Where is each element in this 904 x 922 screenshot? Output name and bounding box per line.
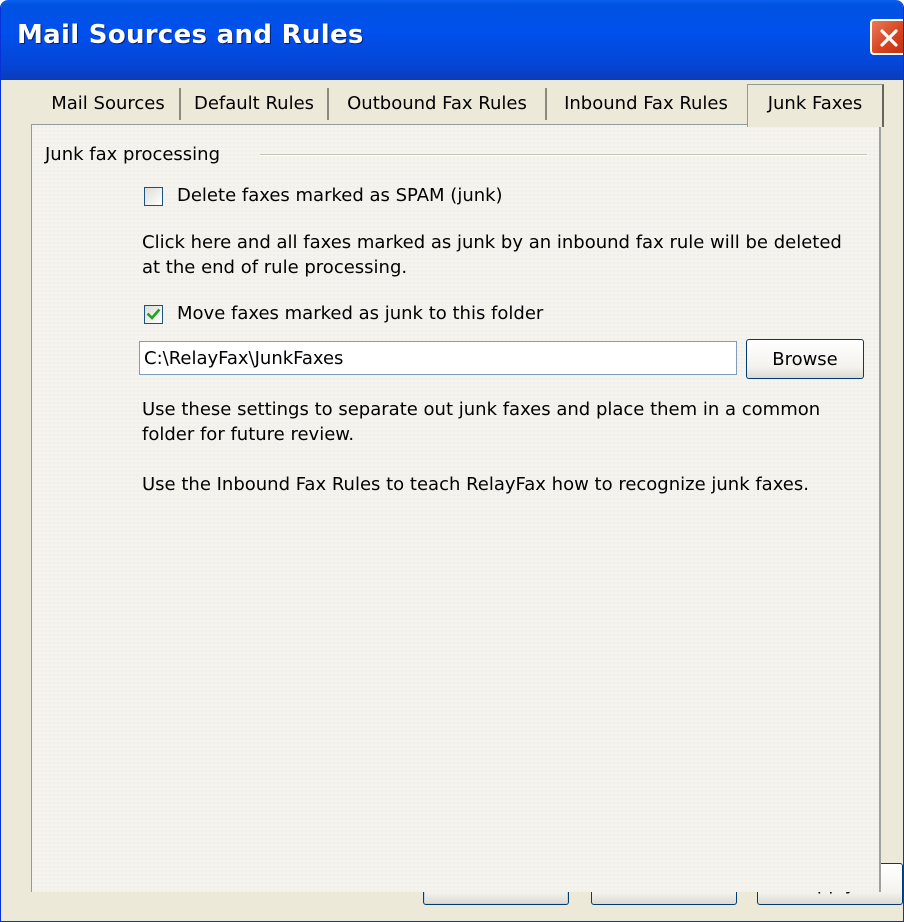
close-button[interactable] [870, 19, 903, 55]
delete-spam-checkbox[interactable] [144, 187, 163, 206]
dialog-window: Mail Sources and Rules Mail Sources Defa… [0, 0, 904, 922]
teach-description: Use the Inbound Fax Rules to teach Relay… [142, 474, 809, 495]
delete-spam-label[interactable]: Delete faxes marked as SPAM (junk) [177, 184, 503, 208]
move-description-line-2: folder for future review. [142, 424, 355, 445]
move-junk-label[interactable]: Move faxes marked as junk to this folder [177, 302, 543, 326]
checkmark-icon [146, 308, 161, 320]
tab-label: Mail Sources [51, 93, 165, 114]
delete-description-line-2: at the end of rule processing. [142, 257, 408, 278]
group-divider [260, 154, 867, 156]
tab-label: Inbound Fax Rules [564, 93, 728, 114]
tab-outbound-fax-rules[interactable]: Outbound Fax Rules [329, 88, 547, 120]
tab-label: Junk Faxes [767, 93, 863, 114]
move-junk-checkbox[interactable] [144, 305, 163, 324]
move-description-line-1: Use these settings to separate out junk … [142, 399, 821, 420]
tab-page-junk-faxes: Junk fax processing Delete faxes marked … [31, 124, 881, 892]
tab-label: Outbound Fax Rules [347, 93, 527, 114]
window-title: Mail Sources and Rules [17, 20, 364, 50]
tab-junk-faxes[interactable]: Junk Faxes [747, 84, 884, 127]
junk-folder-path-input[interactable] [139, 341, 737, 375]
group-title-junk-fax-processing: Junk fax processing [45, 144, 221, 165]
delete-description-line-1: Click here and all faxes marked as junk … [142, 232, 842, 253]
tab-default-rules[interactable]: Default Rules [181, 88, 329, 120]
tab-mail-sources[interactable]: Mail Sources [37, 88, 181, 120]
close-icon [880, 29, 898, 47]
tab-label: Default Rules [193, 93, 315, 114]
browse-button[interactable]: Browse [746, 339, 864, 379]
title-bar[interactable]: Mail Sources and Rules [1, 0, 903, 80]
tab-inbound-fax-rules[interactable]: Inbound Fax Rules [547, 88, 745, 120]
